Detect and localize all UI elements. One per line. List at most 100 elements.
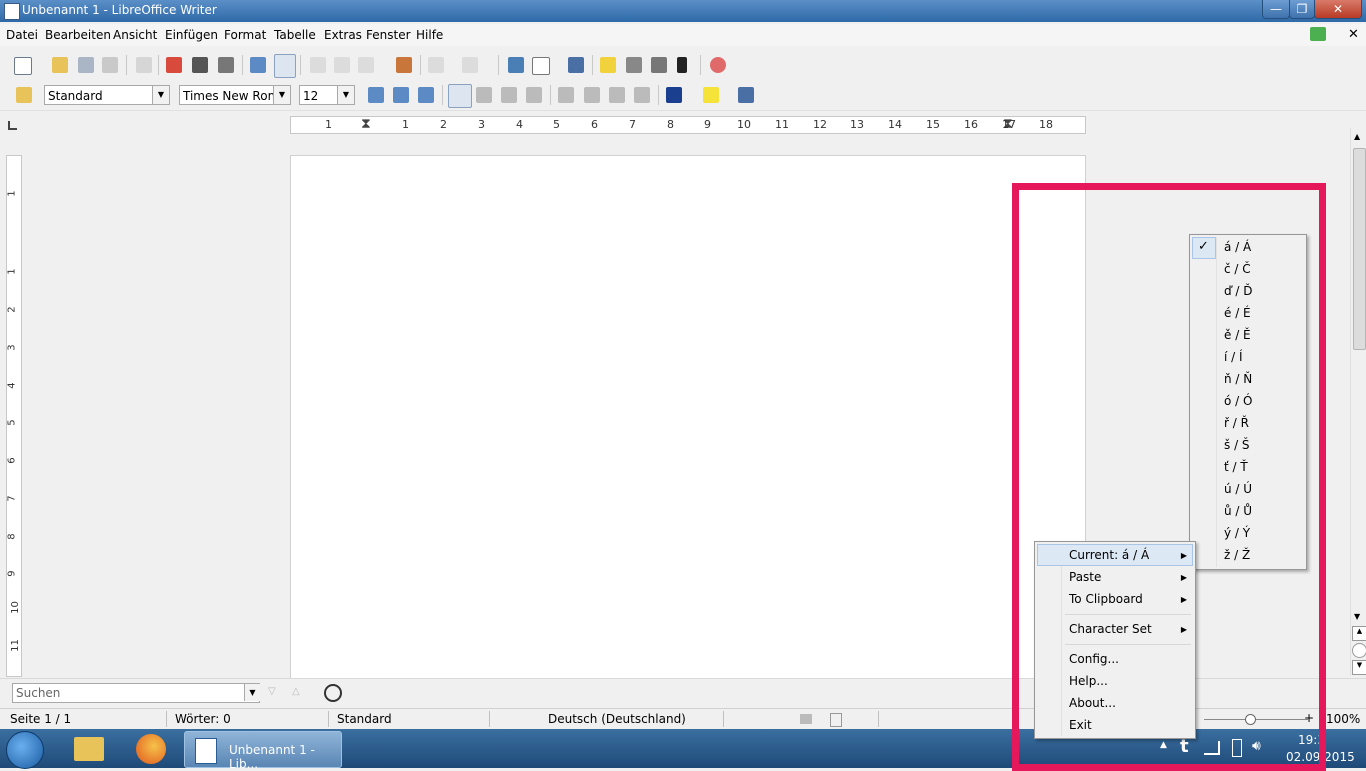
print-preview-icon[interactable] xyxy=(218,57,234,73)
menu-config[interactable]: Config... xyxy=(1069,652,1119,666)
new-document-icon[interactable] xyxy=(14,57,32,75)
find-next-icon[interactable]: ▽ xyxy=(268,686,276,697)
document-page[interactable] xyxy=(290,155,1086,687)
chevron-down-icon[interactable]: ▼ xyxy=(244,684,260,701)
menu-hilfe[interactable]: Hilfe xyxy=(416,28,443,42)
cut-icon[interactable] xyxy=(310,57,326,73)
menu-help[interactable]: Help... xyxy=(1069,674,1108,688)
increase-indent-icon[interactable] xyxy=(634,87,650,103)
menu-tabelle[interactable]: Tabelle xyxy=(274,28,316,42)
menu-paste[interactable]: Paste xyxy=(1069,570,1101,584)
align-center-icon[interactable] xyxy=(476,87,492,103)
page-count[interactable]: Seite 1 / 1 xyxy=(10,712,71,726)
spellcheck-icon[interactable] xyxy=(250,57,266,73)
update-icon[interactable] xyxy=(1310,27,1326,41)
menu-format[interactable]: Format xyxy=(224,28,266,42)
background-color-icon[interactable] xyxy=(738,87,754,103)
left-indent-marker-icon[interactable]: ⧗ xyxy=(361,116,371,132)
char-item-a-acute[interactable]: á / Á xyxy=(1224,240,1251,254)
paragraph-style-combo[interactable]: Standard ▼ xyxy=(44,85,170,105)
save-icon[interactable] xyxy=(78,57,94,73)
clone-formatting-icon[interactable] xyxy=(396,57,412,73)
copy-icon[interactable] xyxy=(334,57,350,73)
char-item-n-caron[interactable]: ň / Ň xyxy=(1224,372,1252,386)
firefox-taskbar-button[interactable] xyxy=(132,731,170,766)
edit-mode-icon[interactable] xyxy=(136,57,152,73)
vertical-ruler[interactable]: 1 1 2 3 4 5 6 7 8 9 10 11 xyxy=(6,155,22,677)
vertical-scrollbar[interactable]: ▲ ▼ ▲ ▼ xyxy=(1350,128,1366,676)
char-item-u-acute[interactable]: ú / Ú xyxy=(1224,482,1252,496)
italic-outline-icon[interactable] xyxy=(393,87,409,103)
menu-current[interactable]: Current: á / Á xyxy=(1069,548,1149,562)
page-style[interactable]: Standard xyxy=(337,712,392,726)
char-item-s-caron[interactable]: š / Š xyxy=(1224,438,1250,452)
font-name-combo[interactable]: Times New Roman ▼ xyxy=(179,85,291,105)
char-item-e-acute[interactable]: é / É xyxy=(1224,306,1251,320)
find-replace-icon[interactable] xyxy=(324,684,342,702)
char-item-d-caron[interactable]: ď / Ď xyxy=(1224,284,1253,298)
menu-fenster[interactable]: Fenster xyxy=(366,28,411,42)
gallery-icon[interactable] xyxy=(626,57,642,73)
export-pdf-icon[interactable] xyxy=(166,57,182,73)
char-item-r-caron[interactable]: ř / Ř xyxy=(1224,416,1249,430)
selection-mode-icon[interactable] xyxy=(800,714,812,724)
char-item-y-acute[interactable]: ý / Ý xyxy=(1224,526,1250,540)
scroll-up-icon[interactable]: ▲ xyxy=(1354,132,1360,141)
char-item-o-acute[interactable]: ó / Ó xyxy=(1224,394,1252,408)
search-input[interactable]: Suchen xyxy=(12,683,260,703)
hyperlink-icon[interactable] xyxy=(508,57,524,73)
scroll-thumb[interactable] xyxy=(1353,148,1366,350)
char-item-u-ring[interactable]: ů / Ů xyxy=(1224,504,1252,518)
menu-extras[interactable]: Extras xyxy=(324,28,362,42)
close-window-button[interactable]: ✕ xyxy=(1314,0,1362,19)
tab-stop-selector-icon[interactable] xyxy=(8,121,17,130)
shadow-text-icon[interactable] xyxy=(418,87,434,103)
print-icon[interactable] xyxy=(192,57,208,73)
horizontal-ruler[interactable]: 1 ⧗ 1 2 3 4 5 6 7 8 9 10 11 12 13 14 15 … xyxy=(290,116,1086,134)
language[interactable]: Deutsch (Deutschland) xyxy=(548,712,686,726)
data-sources-icon[interactable] xyxy=(651,57,667,73)
explorer-taskbar-button[interactable] xyxy=(70,731,108,766)
autospellcheck-icon[interactable] xyxy=(274,54,296,78)
justify-icon[interactable] xyxy=(526,87,542,103)
writer-taskbar-button[interactable]: Unbenannt 1 - Lib... xyxy=(184,731,342,771)
redo-icon[interactable] xyxy=(462,57,478,73)
minimize-button[interactable]: — xyxy=(1262,0,1290,19)
bullets-icon[interactable] xyxy=(584,87,600,103)
menu-datei[interactable]: Datei xyxy=(6,28,38,42)
maximize-button[interactable]: ❐ xyxy=(1289,0,1315,19)
highlighting-icon[interactable] xyxy=(703,87,719,103)
align-left-icon[interactable] xyxy=(448,84,472,108)
open-icon[interactable] xyxy=(52,57,68,73)
menu-about[interactable]: About... xyxy=(1069,696,1116,710)
formatting-marks-icon[interactable] xyxy=(677,57,687,73)
next-page-icon[interactable]: ▼ xyxy=(1352,660,1366,675)
font-color-icon[interactable] xyxy=(666,87,682,103)
numbering-icon[interactable] xyxy=(558,87,574,103)
char-item-c-caron[interactable]: č / Č xyxy=(1224,262,1251,276)
scroll-down-icon[interactable]: ▼ xyxy=(1354,612,1360,621)
menu-exit[interactable]: Exit xyxy=(1069,718,1092,732)
undo-icon[interactable] xyxy=(428,57,444,73)
email-icon[interactable] xyxy=(102,57,118,73)
char-item-z-caron[interactable]: ž / Ž xyxy=(1224,548,1250,562)
zoom-level[interactable]: 100% xyxy=(1326,712,1360,726)
show-draw-functions-icon[interactable] xyxy=(568,57,584,73)
menu-bearbeiten[interactable]: Bearbeiten xyxy=(45,28,111,42)
menu-einfuegen[interactable]: Einfügen xyxy=(165,28,218,42)
word-count[interactable]: Wörter: 0 xyxy=(175,712,231,726)
char-item-i-acute[interactable]: í / Í xyxy=(1224,350,1243,364)
table-icon[interactable] xyxy=(532,57,550,75)
char-item-e-caron[interactable]: ě / Ě xyxy=(1224,328,1251,342)
find-previous-icon[interactable]: △ xyxy=(292,686,300,697)
char-item-t-caron[interactable]: ť / Ť xyxy=(1224,460,1248,474)
help-icon[interactable] xyxy=(710,57,726,73)
chevron-down-icon[interactable]: ▼ xyxy=(152,86,169,104)
menu-to-clipboard[interactable]: To Clipboard xyxy=(1069,592,1143,606)
styles-icon[interactable] xyxy=(16,87,32,103)
navigator-icon[interactable] xyxy=(600,57,616,73)
font-size-combo[interactable]: 12 ▼ xyxy=(299,85,355,105)
start-button[interactable] xyxy=(6,731,44,769)
paste-icon[interactable] xyxy=(358,57,374,73)
grow-font-icon[interactable] xyxy=(368,87,384,103)
